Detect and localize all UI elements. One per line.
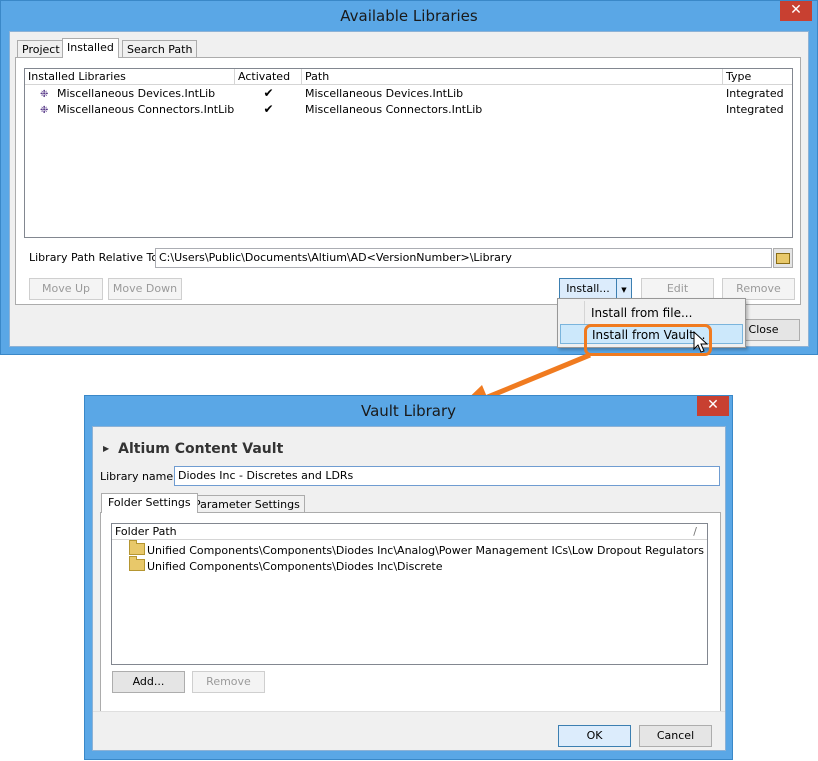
- folder-path-text: Unified Components\Components\Diodes Inc…: [147, 544, 704, 557]
- library-path-field[interactable]: C:\Users\Public\Documents\Altium\AD<Vers…: [155, 248, 772, 268]
- highlight-box: [584, 324, 712, 356]
- table-row[interactable]: ❉ Miscellaneous Devices.IntLib ✔ Miscella…: [25, 86, 792, 102]
- library-path-cell: Miscellaneous Devices.IntLib: [305, 87, 464, 100]
- column-header-activated[interactable]: Activated: [235, 69, 302, 85]
- library-path-cell: Miscellaneous Connectors.IntLib: [305, 103, 483, 116]
- expand-triangle-icon[interactable]: ▶: [103, 444, 109, 453]
- library-path-label: Library Path Relative To:: [29, 251, 162, 264]
- library-name-field[interactable]: Diodes Inc - Discretes and LDRs: [174, 466, 720, 486]
- library-type-cell: Integrated: [726, 103, 784, 116]
- checkbox-checked-icon[interactable]: ✔: [263, 87, 274, 99]
- window-title: Available Libraries: [340, 7, 478, 25]
- checkbox-checked-icon[interactable]: ✔: [263, 103, 274, 115]
- move-up-button[interactable]: Move Up: [29, 278, 103, 300]
- move-down-button[interactable]: Move Down: [108, 278, 182, 300]
- remove-button[interactable]: Remove: [722, 278, 795, 300]
- edit-button[interactable]: Edit: [641, 278, 714, 300]
- folder-settings-panel: Folder Path / Unified Components\Compone…: [100, 512, 721, 713]
- column-header-type[interactable]: Type: [723, 69, 792, 85]
- folder-path-header-label: Folder Path: [115, 525, 177, 538]
- folder-icon: [129, 556, 145, 571]
- tab-installed[interactable]: Installed: [62, 38, 119, 58]
- library-icon: ❉: [40, 89, 49, 100]
- library-name: Miscellaneous Connectors.IntLib: [57, 103, 235, 116]
- tab-parameter-settings[interactable]: Parameter Settings: [189, 495, 305, 513]
- sort-indicator-icon: /: [693, 525, 697, 538]
- remove-folder-button[interactable]: Remove: [192, 671, 265, 693]
- installed-tab-panel: Installed Libraries Activated Path Type …: [15, 57, 801, 305]
- window-title: Vault Library: [360, 402, 457, 420]
- column-header-folder-path[interactable]: Folder Path /: [112, 524, 707, 540]
- install-button[interactable]: Install...: [559, 278, 617, 300]
- library-name-cell: ❉ Miscellaneous Devices.IntLib: [40, 86, 215, 102]
- library-type-cell: Integrated: [726, 87, 784, 100]
- ok-button[interactable]: OK: [558, 725, 631, 747]
- dropdown-arrow-icon: ▼: [621, 286, 627, 294]
- close-window-button[interactable]: ✕: [780, 1, 812, 21]
- tab-folder-settings[interactable]: Folder Settings: [101, 493, 198, 513]
- install-from-file-menu-item[interactable]: Install from file...: [560, 303, 743, 323]
- close-window-button[interactable]: ✕: [697, 396, 729, 416]
- vault-library-window: Vault Library ✕ ▶ Altium Content Vault Li…: [84, 395, 733, 760]
- list-item[interactable]: Unified Components\Components\Diodes Inc…: [129, 540, 704, 559]
- column-header-path[interactable]: Path: [302, 69, 723, 85]
- tab-search-path[interactable]: Search Path: [122, 40, 198, 58]
- library-name: Miscellaneous Devices.IntLib: [57, 87, 216, 100]
- vault-name: Altium Content Vault: [118, 441, 284, 457]
- column-header-installed-libraries[interactable]: Installed Libraries: [25, 69, 235, 85]
- folder-path-list[interactable]: Folder Path / Unified Components\Compone…: [111, 523, 708, 665]
- library-icon: ❉: [40, 105, 49, 116]
- tab-project[interactable]: Project: [17, 40, 65, 58]
- add-folder-button[interactable]: Add...: [112, 671, 185, 693]
- folder-open-icon: [776, 253, 790, 264]
- install-dropdown-button[interactable]: ▼: [616, 278, 632, 300]
- cancel-button[interactable]: Cancel: [639, 725, 712, 747]
- list-item[interactable]: Unified Components\Components\Diodes Inc…: [129, 556, 443, 575]
- dialog-client-area: ▶ Altium Content Vault Library name: Diod…: [92, 426, 726, 751]
- installed-libraries-list[interactable]: Installed Libraries Activated Path Type …: [24, 68, 793, 238]
- vault-header: ▶ Altium Content Vault: [103, 441, 283, 457]
- library-name-cell: ❉ Miscellaneous Connectors.IntLib: [40, 102, 234, 118]
- table-row[interactable]: ❉ Miscellaneous Connectors.IntLib ✔ Misce…: [25, 102, 792, 118]
- library-name-label: Library name:: [100, 470, 177, 483]
- folder-icon: [129, 540, 145, 555]
- browse-folder-button[interactable]: [773, 248, 793, 268]
- folder-path-text: Unified Components\Components\Diodes Inc…: [147, 560, 443, 573]
